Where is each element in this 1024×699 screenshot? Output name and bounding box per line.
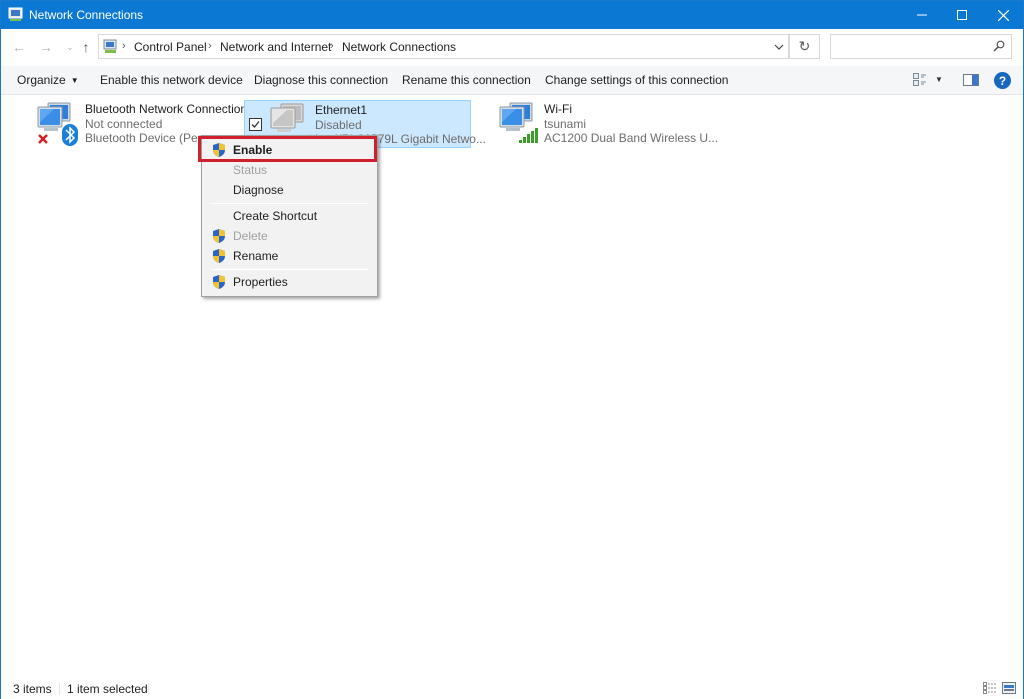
breadcrumb-separator: › (208, 40, 212, 52)
breadcrumb-network-connections[interactable]: Network Connections (342, 40, 456, 54)
items-count: 3 items (13, 682, 52, 696)
control-panel-icon (103, 39, 117, 53)
change-settings-button[interactable]: Change settings of this connection (545, 73, 728, 87)
search-icon (993, 40, 1005, 52)
search-box[interactable] (830, 34, 1012, 59)
diagnose-connection-button[interactable]: Diagnose this connection (254, 73, 388, 87)
status-divider (59, 683, 60, 695)
status-divider (148, 683, 149, 695)
recent-locations-button[interactable]: ⌄ (62, 38, 78, 56)
change-view-icon[interactable] (913, 73, 927, 87)
menu-separator (211, 269, 368, 270)
up-button[interactable]: ↑ (78, 38, 94, 56)
large-icons-view-icon[interactable] (1002, 682, 1016, 694)
address-bar[interactable]: › Control Panel › Network and Internet ›… (98, 34, 789, 59)
navigation-bar: ← → ⌄ ↑ › Control Panel › Network and In… (1, 29, 1023, 65)
maximize-button[interactable] (939, 1, 985, 29)
uac-shield-icon (213, 249, 225, 263)
help-icon: ? (998, 73, 1007, 88)
breadcrumb-network-and-internet[interactable]: Network and Internet (220, 40, 331, 54)
connection-name: Wi-Fi (544, 102, 572, 116)
refresh-button[interactable]: ↻ (790, 34, 820, 59)
uac-shield-icon (213, 229, 225, 243)
command-bar: Organize ▼ Enable this network device Dia… (1, 66, 1023, 95)
wifi-network-icon (499, 102, 538, 143)
network-connections-app-icon (8, 7, 23, 21)
status-bar: 3 items 1 item selected (1, 677, 1023, 699)
uac-shield-icon (213, 275, 225, 289)
close-icon (997, 9, 1009, 21)
menu-item-label: Properties (233, 275, 288, 289)
view-options-dropdown[interactable]: ▼ (935, 75, 943, 84)
menu-item-label: Delete (233, 229, 268, 243)
menu-item-label: Create Shortcut (233, 209, 318, 223)
maximize-icon (957, 10, 967, 20)
connection-device: AC1200 Dual Band Wireless U... (544, 131, 719, 145)
organize-label: Organize (17, 73, 66, 87)
organize-button[interactable]: Organize ▼ (17, 73, 79, 87)
arrow-up-icon: ↑ (82, 39, 90, 55)
breadcrumb-separator: › (122, 40, 126, 52)
back-button[interactable]: ← (11, 38, 27, 56)
enable-network-device-button[interactable]: Enable this network device (100, 73, 243, 87)
help-button[interactable]: ? (994, 72, 1011, 89)
connection-name: Bluetooth Network Connection (85, 102, 248, 116)
connection-status: Disabled (315, 117, 362, 132)
menu-item-label: Rename (233, 249, 279, 263)
rename-connection-button[interactable]: Rename this connection (402, 73, 531, 87)
checkmark-icon (251, 121, 260, 128)
menu-item-diagnose[interactable]: Diagnose (204, 180, 375, 200)
minimize-icon (917, 14, 927, 16)
selection-checkbox[interactable] (249, 118, 262, 131)
menu-item-label: Diagnose (233, 183, 284, 197)
details-view-icon[interactable] (983, 682, 997, 694)
address-dropdown-button[interactable] (768, 34, 790, 59)
connection-status: Not connected (85, 116, 163, 131)
menu-item-label: Status (233, 163, 268, 177)
menu-item-status: Status (204, 160, 375, 180)
breadcrumb-control-panel[interactable]: Control Panel (134, 40, 207, 54)
connection-status: tsunami (544, 116, 587, 131)
bluetooth-network-icon (37, 102, 78, 146)
arrow-right-icon: → (39, 39, 53, 55)
title-bar: Network Connections (1, 1, 1023, 29)
preview-pane-icon[interactable] (963, 74, 979, 86)
menu-separator (211, 203, 368, 204)
breadcrumb-separator: › (330, 40, 334, 52)
menu-item-properties[interactable]: Properties (204, 272, 375, 292)
network-connections-window: Network Connections ← → ⌄ ↑ › Control Pa… (0, 0, 1024, 699)
close-button[interactable] (980, 1, 1024, 29)
enable-highlight-annotation (198, 136, 377, 162)
refresh-icon: ↻ (798, 38, 811, 54)
search-input[interactable] (835, 38, 985, 55)
chevron-down-icon (774, 44, 783, 50)
selection-count: 1 item selected (67, 682, 148, 696)
window-title: Network Connections (29, 8, 144, 22)
forward-button[interactable]: → (38, 38, 54, 56)
menu-item-delete: Delete (204, 226, 375, 246)
menu-item-create-shortcut[interactable]: Create Shortcut (204, 206, 375, 226)
connection-item-wifi[interactable]: Wi-Fi tsunami AC1200 Dual Band Wireless … (496, 100, 718, 148)
caret-down-icon: ▼ (70, 76, 79, 85)
menu-item-rename[interactable]: Rename (204, 246, 375, 266)
chevron-down-icon: ⌄ (66, 41, 74, 52)
arrow-left-icon: ← (12, 39, 26, 55)
connection-name: Ethernet1 (315, 103, 368, 117)
